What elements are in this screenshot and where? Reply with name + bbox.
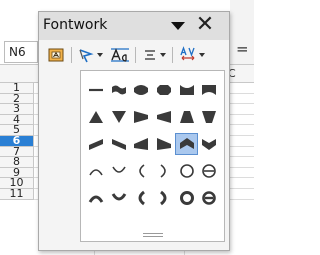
fade-up-right-icon bbox=[134, 138, 149, 150]
shape-option-open-circle-curve[interactable] bbox=[198, 160, 221, 182]
shape-option-curve-down[interactable] bbox=[175, 79, 198, 101]
open-circle-pour-icon bbox=[202, 191, 217, 205]
fontwork-same-letter-heights-button[interactable] bbox=[108, 43, 132, 67]
shape-option-plain-text[interactable] bbox=[85, 79, 108, 101]
close-icon[interactable]: ✕ bbox=[193, 14, 217, 38]
formula-equals-label[interactable]: = bbox=[236, 40, 249, 58]
arch-right-curve-icon bbox=[160, 164, 166, 178]
shape-option-fade-down[interactable] bbox=[198, 106, 221, 128]
shape-row bbox=[85, 104, 221, 131]
circle-pour-icon bbox=[179, 191, 194, 205]
chevron-down-icon bbox=[160, 53, 166, 57]
shape-option-fade-left[interactable] bbox=[153, 106, 176, 128]
shape-option-fade-up[interactable] bbox=[175, 106, 198, 128]
shape-option-slant-down[interactable] bbox=[108, 133, 131, 155]
shape-option-arch-right-curve[interactable] bbox=[153, 160, 176, 182]
fontwork-gallery-icon bbox=[48, 48, 64, 62]
character-spacing-icon bbox=[180, 46, 195, 61]
resize-grip[interactable] bbox=[143, 233, 163, 237]
fade-up-left-icon bbox=[157, 138, 172, 150]
chevron-down-icon bbox=[202, 139, 217, 150]
shape-option-arch-left-curve[interactable] bbox=[130, 160, 153, 182]
fontwork-gallery-button[interactable] bbox=[44, 43, 68, 67]
triangle-up-icon bbox=[89, 111, 104, 123]
toolbar-separator bbox=[71, 47, 72, 63]
shape-option-open-circle-pour[interactable] bbox=[198, 187, 221, 209]
stop-icon bbox=[157, 85, 172, 95]
shape-row bbox=[85, 77, 221, 104]
shape-option-fade-up-left[interactable] bbox=[153, 133, 176, 155]
arch-down-pour-icon bbox=[111, 193, 127, 201]
slant-up-icon bbox=[89, 139, 104, 150]
shape-option-circle-curve[interactable] bbox=[175, 160, 198, 182]
toolbar-menu-icon[interactable] bbox=[171, 22, 185, 30]
shape-option-triangle-up[interactable] bbox=[85, 106, 108, 128]
open-circle-curve-icon bbox=[202, 164, 217, 178]
row-headers: 1 2 3 4 5 6 7 8 9 10 11 bbox=[0, 82, 34, 200]
row-header[interactable]: 11 bbox=[0, 188, 34, 200]
align-center-icon bbox=[145, 50, 155, 60]
shape-row bbox=[85, 131, 221, 158]
shape-option-curve-up[interactable] bbox=[198, 79, 221, 101]
fontwork-shape-icon bbox=[79, 49, 94, 63]
same-letter-heights-icon bbox=[111, 48, 129, 62]
shape-option-chevron-down[interactable] bbox=[198, 133, 221, 155]
shape-option-arch-up-pour[interactable] bbox=[85, 187, 108, 209]
shape-option-triangle-down[interactable] bbox=[108, 106, 131, 128]
chevron-down-icon bbox=[199, 53, 205, 57]
fontwork-toolbar bbox=[39, 40, 229, 70]
shape-option-stop[interactable] bbox=[153, 79, 176, 101]
fade-left-icon bbox=[157, 111, 172, 123]
shape-option-arch-left-pour[interactable] bbox=[130, 187, 153, 209]
wave-icon bbox=[111, 85, 126, 95]
chevron-down-icon bbox=[97, 53, 103, 57]
shape-option-chevron-up[interactable] bbox=[175, 133, 198, 155]
fontwork-alignment-button[interactable] bbox=[139, 43, 169, 67]
shape-option-circle-pour[interactable] bbox=[175, 187, 198, 209]
arch-up-curve-icon bbox=[89, 169, 103, 176]
shape-option-fade-right[interactable] bbox=[130, 106, 153, 128]
fontwork-shape-palette bbox=[80, 70, 225, 242]
shape-option-arch-right-pour[interactable] bbox=[153, 187, 176, 209]
arch-left-pour-icon bbox=[139, 190, 146, 206]
shape-grid bbox=[85, 77, 221, 212]
fade-down-icon bbox=[202, 111, 217, 123]
triangle-down-icon bbox=[111, 111, 126, 123]
circle-curve-icon bbox=[179, 164, 194, 178]
plain-text-icon bbox=[89, 88, 104, 92]
spreadsheet-window: = N6 C 1 2 3 4 5 6 7 8 9 10 11 Fontwork ✕ bbox=[0, 0, 254, 255]
shape-option-arch-down-curve[interactable] bbox=[108, 160, 131, 182]
shape-row bbox=[85, 185, 221, 212]
fade-up-icon bbox=[179, 111, 194, 123]
arch-up-pour-icon bbox=[89, 195, 104, 203]
curve-down-icon bbox=[179, 85, 194, 95]
shape-option-fade-up-right[interactable] bbox=[130, 133, 153, 155]
shape-option-inflate[interactable] bbox=[130, 79, 153, 101]
shape-option-arch-up-curve[interactable] bbox=[85, 160, 108, 182]
shape-row bbox=[85, 158, 221, 185]
curve-up-icon bbox=[202, 85, 217, 95]
arch-left-curve-icon bbox=[139, 164, 145, 178]
name-box[interactable]: N6 bbox=[4, 41, 38, 63]
fade-right-icon bbox=[134, 111, 149, 123]
fontwork-titlebar[interactable]: Fontwork ✕ bbox=[39, 12, 229, 40]
fontwork-title: Fontwork bbox=[43, 17, 108, 33]
shape-option-wave[interactable] bbox=[108, 79, 131, 101]
shape-option-arch-down-pour[interactable] bbox=[108, 187, 131, 209]
toolbar-separator bbox=[172, 47, 173, 63]
toolbar-separator bbox=[135, 47, 136, 63]
shape-option-slant-up[interactable] bbox=[85, 133, 108, 155]
slant-down-icon bbox=[111, 139, 126, 150]
fontwork-character-spacing-button[interactable] bbox=[176, 43, 208, 67]
arch-right-pour-icon bbox=[160, 190, 167, 206]
arch-down-curve-icon bbox=[112, 166, 126, 173]
fontwork-shape-button[interactable] bbox=[75, 43, 105, 67]
inflate-icon bbox=[134, 85, 149, 95]
chevron-up-icon bbox=[179, 138, 194, 149]
